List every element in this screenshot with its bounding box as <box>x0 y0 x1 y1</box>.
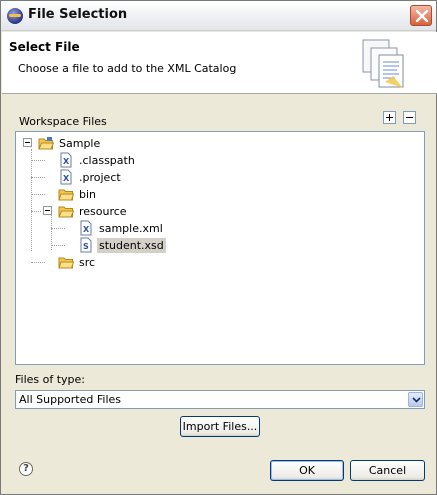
window-title: File Selection <box>28 7 128 22</box>
collapse-toggle-resource[interactable] <box>43 206 52 215</box>
workspace-files-label: Workspace Files <box>19 115 107 128</box>
folder-open-icon <box>58 206 74 218</box>
collapse-all-button[interactable] <box>403 111 416 124</box>
folder-icon <box>58 189 74 201</box>
tree-item-project[interactable]: X .project <box>58 169 123 185</box>
xml-file-icon: X <box>80 220 92 236</box>
close-button[interactable] <box>410 5 432 26</box>
tree-item-bin[interactable]: bin <box>58 186 98 202</box>
help-icon[interactable]: ? <box>19 462 33 476</box>
tree-connector <box>31 177 45 178</box>
tree-connector <box>31 211 41 212</box>
workspace-tree[interactable]: Sample X .classpath X .project bin resou… <box>15 131 425 365</box>
tree-connector <box>31 160 45 161</box>
file-selection-dialog: File Selection Select File Choose a file… <box>0 0 437 495</box>
svg-text:X: X <box>83 225 90 234</box>
page-title: Select File <box>9 40 80 54</box>
tree-item-classpath[interactable]: X .classpath <box>58 152 137 168</box>
documents-banner-icon <box>362 39 404 88</box>
chevron-down-icon <box>412 397 421 403</box>
collapse-toggle-sample[interactable] <box>23 138 32 147</box>
cancel-button[interactable]: Cancel <box>350 460 425 481</box>
tree-connector <box>51 228 65 229</box>
files-of-type-value: All Supported Files <box>19 393 122 406</box>
tree-item-src[interactable]: src <box>58 254 97 270</box>
tree-connector <box>31 262 45 263</box>
eclipse-icon <box>7 8 23 24</box>
close-icon <box>415 9 429 23</box>
wizard-header: Select File Choose a file to add to the … <box>2 32 437 94</box>
files-of-type-label: Files of type: <box>15 373 86 386</box>
xml-file-icon: X <box>60 169 72 185</box>
xsd-file-icon: S <box>80 237 92 253</box>
title-bar[interactable]: File Selection <box>1 1 436 31</box>
page-description: Choose a file to add to the XML Catalog <box>18 62 237 75</box>
tree-connector <box>31 194 45 195</box>
dropdown-arrow-button[interactable] <box>408 392 423 407</box>
xml-file-icon: X <box>60 152 72 168</box>
tree-item-sample[interactable]: Sample <box>38 135 102 151</box>
tree-connector <box>31 149 32 251</box>
files-of-type-select[interactable]: All Supported Files <box>15 390 425 409</box>
tree-item-resource[interactable]: resource <box>58 203 129 219</box>
svg-text:X: X <box>63 174 70 183</box>
svg-text:X: X <box>63 157 70 166</box>
svg-text:S: S <box>83 242 89 251</box>
folder-icon <box>58 257 74 269</box>
tree-connector <box>51 245 65 246</box>
ok-button[interactable]: OK <box>270 460 344 481</box>
tree-item-sample-xml[interactable]: X sample.xml <box>78 220 165 236</box>
import-files-button[interactable]: Import Files... <box>180 416 260 437</box>
project-folder-icon <box>38 137 54 150</box>
tree-item-student-xsd[interactable]: S student.xsd <box>78 237 166 253</box>
expand-all-button[interactable] <box>383 111 396 124</box>
